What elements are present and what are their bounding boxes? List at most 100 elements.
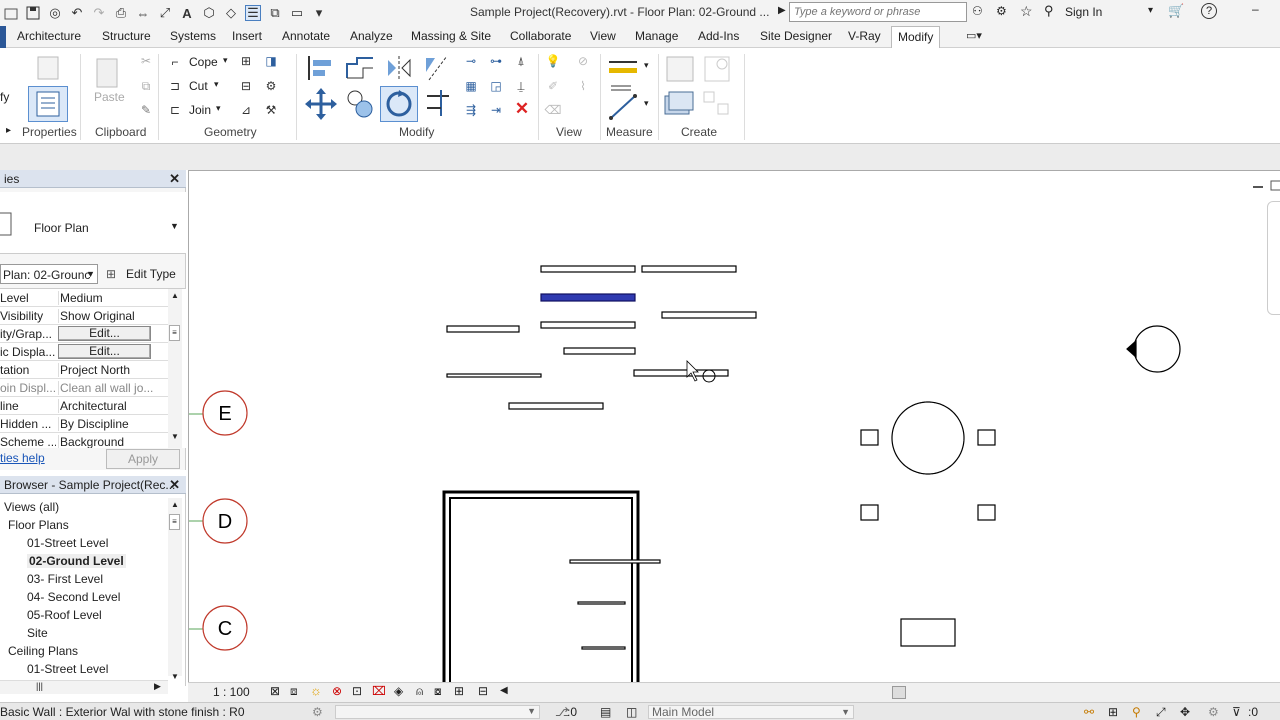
highlight-displacement-icon[interactable]: ⊟ [478, 684, 488, 698]
switch-windows-icon[interactable]: ▭ [289, 5, 305, 21]
scale-selector[interactable]: 1 : 100 [213, 685, 250, 699]
edit-button[interactable]: Edit... [58, 344, 151, 359]
minimize-view-icon[interactable] [1253, 186, 1263, 188]
tab-view[interactable]: View [590, 29, 616, 43]
scroll-up-icon[interactable]: ▲ [171, 291, 179, 300]
wall-segment[interactable] [540, 265, 636, 273]
remove-paint-icon[interactable]: ⊿ [238, 102, 254, 118]
linework-icon[interactable]: ⌇ [575, 78, 591, 94]
property-row[interactable]: line Architectural [0, 397, 168, 415]
property-row[interactable]: oin Displ... Clean all wall jo... [0, 379, 168, 397]
binoculars-icon[interactable]: ⚇ [972, 4, 983, 18]
close-icon[interactable]: ✕ [169, 171, 180, 187]
search-input[interactable] [789, 2, 967, 22]
dimension-icon[interactable] [610, 84, 632, 92]
tab-systems[interactable]: Systems [170, 29, 216, 43]
match-properties-icon[interactable]: ✎ [138, 102, 154, 118]
open-icon[interactable] [3, 5, 19, 21]
copy-modify-icon[interactable] [343, 88, 377, 120]
hide-icon[interactable]: ⊘ [575, 53, 591, 69]
join-icon[interactable]: ⊏ [167, 102, 183, 118]
edit-type-icon[interactable]: ⊞ [106, 267, 116, 281]
tree-item-view[interactable]: 03- First Level [27, 572, 103, 586]
property-row[interactable]: ic Displa... Edit... [0, 343, 168, 361]
scroll-down-icon[interactable]: ▼ [171, 672, 179, 681]
undo-icon[interactable]: ↶ [69, 5, 85, 21]
select-underlay-icon[interactable]: ⊞ [1108, 705, 1118, 719]
array-icon[interactable]: ▦ [463, 78, 479, 94]
hammer-icon[interactable]: ⚒ [263, 102, 279, 118]
chair[interactable] [860, 504, 879, 521]
split-gap-icon[interactable]: ⊶ [488, 53, 504, 69]
tab-site-designer[interactable]: Site Designer [760, 29, 832, 43]
property-row[interactable]: Scheme ... Background [0, 433, 168, 448]
copy-icon[interactable]: ⧉ [138, 78, 154, 94]
select-links-icon[interactable]: ⚯ [1084, 705, 1094, 719]
unpin-icon[interactable]: ⍊ [513, 78, 529, 94]
tree-item-ceiling-plans[interactable]: Ceiling Plans [8, 644, 78, 658]
wall-frame[interactable] [442, 490, 640, 682]
scroll-thumb[interactable]: ≡ [169, 514, 180, 530]
tab-insert[interactable]: Insert [232, 29, 262, 43]
select-by-face-icon[interactable]: ⤢ [1156, 705, 1166, 720]
collapse-arrow-icon[interactable]: ▸ [6, 125, 11, 136]
floor-plan-drawing[interactable]: E D C [189, 171, 1280, 682]
chevron-right-icon[interactable]: ▶ [778, 5, 786, 16]
wall-segment[interactable] [446, 373, 542, 378]
restore-view-icon[interactable] [1270, 180, 1280, 191]
scale-icon[interactable]: ◲ [488, 78, 504, 94]
cabinet[interactable] [900, 618, 956, 647]
wall-segment[interactable] [563, 347, 636, 355]
close-icon[interactable]: ✕ [169, 477, 180, 493]
instance-filter-select[interactable]: Plan: 02-Grounc ▼ [0, 264, 98, 284]
wall-join-icon[interactable]: ⊞ [238, 53, 254, 69]
wall-segment[interactable] [577, 601, 626, 605]
panel-toggle-icon[interactable]: ▭▾ [966, 29, 982, 42]
chevron-down-icon[interactable]: ▾ [223, 55, 228, 66]
mirror-draw-axis-icon[interactable] [423, 54, 453, 82]
browser-scrollbar[interactable]: ▲ ≡ ▼ [168, 498, 182, 681]
worksets-icon[interactable]: ⚙ [312, 705, 323, 719]
edit-button[interactable]: Edit... [58, 326, 151, 341]
visual-style-icon[interactable]: ⧈ [290, 684, 298, 699]
tree-item-view[interactable]: 01-Street Level [27, 536, 108, 550]
wall-segment[interactable] [540, 321, 636, 329]
round-table[interactable] [891, 401, 965, 475]
measure-between-icon[interactable] [607, 56, 639, 78]
cut-geometry-icon[interactable]: ⊐ [167, 78, 183, 94]
tab-architecture[interactable]: Architecture [17, 29, 81, 43]
wall-segment[interactable] [661, 311, 757, 319]
filter-icon[interactable]: ⊽ [1232, 705, 1241, 719]
wall-segment[interactable] [641, 265, 737, 273]
chair[interactable] [977, 504, 996, 521]
3d-view-icon[interactable]: ⬡ [201, 5, 217, 21]
light-bulb-icon[interactable]: 💡 [545, 53, 561, 69]
chevron-down-icon[interactable]: ▾ [644, 98, 649, 109]
chair[interactable] [977, 429, 996, 446]
move-icon[interactable] [305, 88, 337, 120]
scroll-right-icon[interactable]: ▶ [154, 681, 161, 692]
paint-icon[interactable]: ⚙ [263, 78, 279, 94]
tree-item-view[interactable]: 01-Street Level [27, 662, 108, 676]
workset-select[interactable]: ▼ [335, 705, 540, 719]
property-row[interactable]: ity/Grap... Edit... [0, 325, 168, 343]
align-icon[interactable] [305, 54, 335, 82]
shadows-icon[interactable]: ⊗ [332, 684, 342, 698]
similar-icon[interactable] [702, 90, 732, 118]
crop-view-icon[interactable]: ⊡ [352, 684, 362, 698]
tab-manage[interactable]: Manage [635, 29, 678, 43]
tree-item-view[interactable]: Site [27, 626, 48, 640]
trim-multiple-icon[interactable]: ⇶ [463, 102, 479, 118]
chevron-down-icon[interactable]: ▾ [1148, 5, 1153, 16]
customize-icon[interactable]: ▾ [311, 5, 327, 21]
paste-icon[interactable] [92, 54, 122, 90]
crop-region-icon[interactable]: ⌧ [372, 684, 386, 698]
eraser-icon[interactable]: ⌫ [545, 102, 562, 118]
scroll-thumb[interactable]: ||| [36, 681, 43, 691]
navigation-bar[interactable] [1267, 201, 1280, 315]
create-assembly-icon[interactable] [664, 54, 696, 84]
analytical-model-icon[interactable]: ⊞ [454, 684, 464, 698]
type-selector[interactable]: Floor Plan ▼ [0, 192, 186, 254]
override-icon[interactable]: ✐ [545, 78, 561, 94]
chevron-down-icon[interactable]: ▾ [644, 60, 649, 71]
